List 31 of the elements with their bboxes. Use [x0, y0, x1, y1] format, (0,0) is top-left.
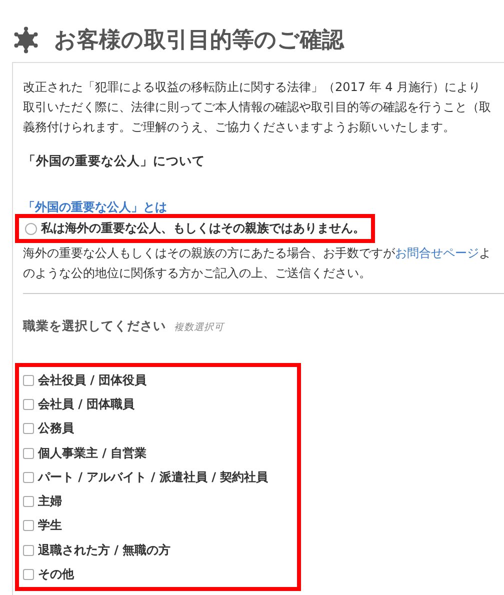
checkbox[interactable] — [23, 496, 34, 508]
checkbox[interactable] — [23, 374, 34, 386]
checkbox-option[interactable]: 学生 — [23, 514, 293, 538]
star-icon — [12, 26, 40, 54]
checkbox[interactable] — [23, 472, 34, 483]
section-heading: 職業を選択してください — [23, 318, 166, 335]
intro-text: 取引いただく際に、法律に則ってご本人情報の確認や取引目的等の確認を行うこと（取 — [23, 99, 492, 116]
checkbox-option[interactable]: 会社員 / 団体職員 — [23, 392, 293, 417]
checkbox[interactable] — [23, 423, 34, 434]
checkbox-option[interactable]: パート / アルバイト / 派遣社員 / 契約社員 — [23, 465, 293, 490]
section-heading: 「外国の重要な公人」について — [23, 152, 206, 170]
note-text: 海外の重要な公人もしくはその親族の方にあたる場合、お手数ですがお問合せページ よ — [23, 245, 492, 262]
contact-link[interactable]: お問合せページ — [395, 246, 479, 260]
checkbox-option[interactable]: その他 — [23, 562, 293, 587]
checkbox-option[interactable]: 公務員 — [23, 416, 293, 441]
checkbox[interactable] — [23, 448, 34, 459]
note-text: のような公的地位に関係する方かご記入の上、ご送信ください。 — [23, 265, 372, 282]
checkbox-option[interactable]: 主婦 — [23, 489, 293, 514]
radio-button[interactable] — [25, 222, 37, 234]
checkbox-option[interactable]: 個人事業主 / 自営業 — [23, 440, 293, 466]
checkbox[interactable] — [23, 544, 34, 556]
checkbox[interactable] — [23, 569, 34, 580]
checkbox[interactable] — [23, 520, 34, 532]
page-title: お客様の取引目的等のご確認 — [54, 26, 344, 55]
checkbox-option[interactable]: 退職された方 / 無職の方 — [23, 538, 293, 562]
intro-text: 義務付けられます。ご理解のうえ、ご協力くださいますようお願いいたします。 — [23, 119, 456, 136]
radio-option[interactable]: 私は海外の重要な公人、もしくはその親族ではありません。 — [15, 214, 375, 243]
checkbox[interactable] — [23, 398, 34, 410]
hint-text: 複数選択可 — [174, 321, 224, 334]
checkbox-option[interactable]: 会社役員 / 団体役員 — [23, 368, 293, 392]
intro-text: 改正された「犯罪による収益の移転防止に関する法律」（2017 年 4 月施行）により — [23, 79, 482, 96]
